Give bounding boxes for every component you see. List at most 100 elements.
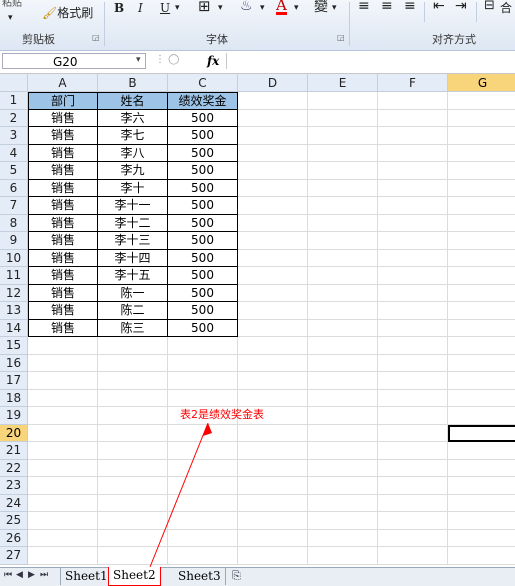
cell[interactable]: [378, 197, 448, 215]
cell[interactable]: [448, 337, 515, 355]
cell[interactable]: [378, 547, 448, 565]
cell[interactable]: [168, 494, 238, 512]
cell[interactable]: [98, 389, 168, 407]
row-header[interactable]: 10: [0, 249, 28, 267]
cell[interactable]: [238, 232, 308, 250]
cell[interactable]: [378, 407, 448, 425]
cell[interactable]: [448, 145, 515, 162]
cell[interactable]: [238, 547, 308, 565]
cell[interactable]: [448, 215, 515, 232]
cell[interactable]: [448, 477, 515, 495]
cell[interactable]: [448, 180, 515, 197]
row-header[interactable]: 7: [0, 197, 28, 215]
row-header[interactable]: 5: [0, 162, 28, 180]
cell[interactable]: [308, 442, 378, 460]
phonetic-dropdown-icon[interactable]: ▾: [332, 0, 337, 16]
cell[interactable]: [28, 407, 98, 425]
underline-dropdown-icon[interactable]: ▾: [175, 0, 180, 16]
paste-dropdown-icon[interactable]: ▾: [8, 10, 13, 26]
cell[interactable]: [168, 477, 238, 495]
cell[interactable]: [378, 162, 448, 180]
cell[interactable]: [168, 442, 238, 460]
phonetic-button[interactable]: 變: [314, 0, 328, 15]
cell[interactable]: 销售: [28, 109, 98, 127]
cell[interactable]: [168, 372, 238, 390]
cell[interactable]: [98, 529, 168, 547]
fill-dropdown-icon[interactable]: ▾: [260, 0, 265, 16]
cell[interactable]: [448, 495, 515, 512]
align-center-icon[interactable]: ≡: [381, 0, 393, 14]
cell[interactable]: [168, 512, 238, 530]
cell[interactable]: [28, 494, 98, 512]
cell[interactable]: [28, 477, 98, 495]
row-header[interactable]: 24: [0, 494, 28, 512]
cell[interactable]: 陈二: [98, 302, 168, 320]
cell[interactable]: 销售: [28, 214, 98, 232]
cell[interactable]: [238, 494, 308, 512]
cell[interactable]: [308, 109, 378, 127]
row-header[interactable]: 9: [0, 232, 28, 250]
cell[interactable]: [378, 92, 448, 110]
cell[interactable]: [448, 127, 515, 145]
cell[interactable]: [378, 529, 448, 547]
cell[interactable]: [448, 460, 515, 477]
row-header[interactable]: 13: [0, 302, 28, 320]
cell[interactable]: [98, 477, 168, 495]
cell[interactable]: [308, 407, 378, 425]
cell[interactable]: 李十五: [98, 267, 168, 285]
cell[interactable]: [238, 372, 308, 390]
cell[interactable]: [308, 232, 378, 250]
cell[interactable]: 500: [168, 249, 238, 267]
cell[interactable]: [378, 144, 448, 162]
cell[interactable]: [448, 355, 515, 372]
format-painter-button[interactable]: 🖌格式刷: [42, 5, 93, 21]
cell[interactable]: 李十一: [98, 197, 168, 215]
cell[interactable]: 500: [168, 284, 238, 302]
cell[interactable]: [238, 162, 308, 180]
cell[interactable]: [168, 459, 238, 477]
align-left-icon[interactable]: ≡: [358, 0, 370, 14]
underline-button[interactable]: U: [160, 0, 170, 16]
cell[interactable]: [448, 162, 515, 180]
cell[interactable]: [448, 547, 515, 565]
cell[interactable]: [238, 144, 308, 162]
cell[interactable]: [238, 197, 308, 215]
cell[interactable]: 销售: [28, 267, 98, 285]
cell[interactable]: [168, 424, 238, 442]
row-header[interactable]: 27: [0, 547, 28, 565]
cell[interactable]: [448, 407, 515, 425]
cell[interactable]: [308, 214, 378, 232]
align-right-icon[interactable]: ≡: [404, 0, 416, 14]
cell[interactable]: 销售: [28, 284, 98, 302]
cell[interactable]: 李九: [98, 162, 168, 180]
cell[interactable]: [448, 372, 515, 390]
cell[interactable]: [238, 424, 308, 442]
cell[interactable]: [448, 267, 515, 285]
cell[interactable]: 销售: [28, 319, 98, 337]
cell[interactable]: [378, 302, 448, 320]
cell[interactable]: [308, 127, 378, 145]
cell[interactable]: [308, 529, 378, 547]
cell[interactable]: [308, 197, 378, 215]
italic-button[interactable]: I: [138, 0, 143, 16]
cell[interactable]: [238, 267, 308, 285]
cell[interactable]: [98, 547, 168, 565]
cell[interactable]: [238, 477, 308, 495]
cell[interactable]: 李八: [98, 144, 168, 162]
cell[interactable]: [168, 354, 238, 372]
cell[interactable]: 500: [168, 302, 238, 320]
cell[interactable]: [308, 162, 378, 180]
cell[interactable]: 500: [168, 179, 238, 197]
cell[interactable]: 500: [168, 109, 238, 127]
row-header[interactable]: 1: [0, 92, 28, 110]
font-color-dropdown-icon[interactable]: ▾: [294, 0, 299, 16]
cell[interactable]: [378, 319, 448, 337]
cell[interactable]: [378, 337, 448, 355]
cell[interactable]: [378, 214, 448, 232]
cell[interactable]: [28, 424, 98, 442]
formula-input[interactable]: [226, 53, 514, 69]
merge-cells-icon[interactable]: ⊟: [484, 0, 495, 14]
cell[interactable]: [28, 354, 98, 372]
cell[interactable]: [378, 494, 448, 512]
cell[interactable]: [378, 267, 448, 285]
